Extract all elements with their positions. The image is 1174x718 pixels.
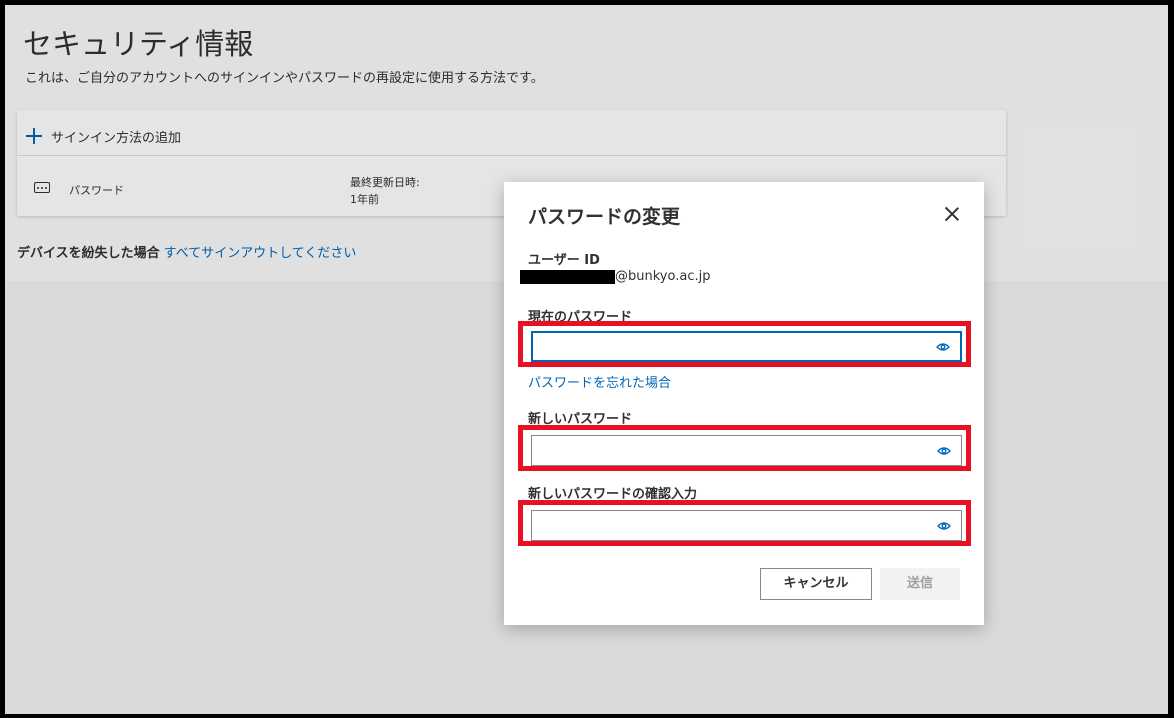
dialog-title: パスワードの変更 — [528, 206, 681, 228]
confirm-password-field[interactable] — [531, 510, 962, 541]
confirm-password-highlight — [518, 500, 971, 546]
new-password-highlight — [518, 425, 971, 471]
current-password-input[interactable] — [533, 333, 933, 360]
eye-icon[interactable] — [937, 446, 951, 456]
submit-button[interactable]: 送信 — [880, 568, 960, 600]
close-icon[interactable] — [944, 206, 960, 222]
confirm-password-input[interactable] — [532, 511, 932, 540]
forgot-password-link[interactable]: パスワードを忘れた場合 — [528, 372, 671, 391]
user-id-domain: @bunkyo.ac.jp — [615, 269, 711, 284]
change-password-dialog: パスワードの変更 ユーザー ID @bunkyo.ac.jp 現在のパスワード … — [504, 182, 984, 625]
window-frame: セキュリティ情報 これは、ご自分のアカウントへのサインインやパスワードの再設定に… — [5, 5, 1168, 714]
new-password-field[interactable] — [531, 435, 962, 466]
user-id-label: ユーザー ID — [528, 253, 600, 268]
new-password-input[interactable] — [532, 436, 932, 465]
user-id-value: @bunkyo.ac.jp — [520, 269, 710, 284]
eye-icon[interactable] — [937, 521, 951, 531]
current-password-field[interactable] — [531, 331, 962, 362]
redacted-username — [520, 269, 615, 284]
current-password-highlight — [518, 321, 971, 367]
eye-icon[interactable] — [936, 342, 950, 352]
cancel-button[interactable]: キャンセル — [760, 568, 872, 600]
